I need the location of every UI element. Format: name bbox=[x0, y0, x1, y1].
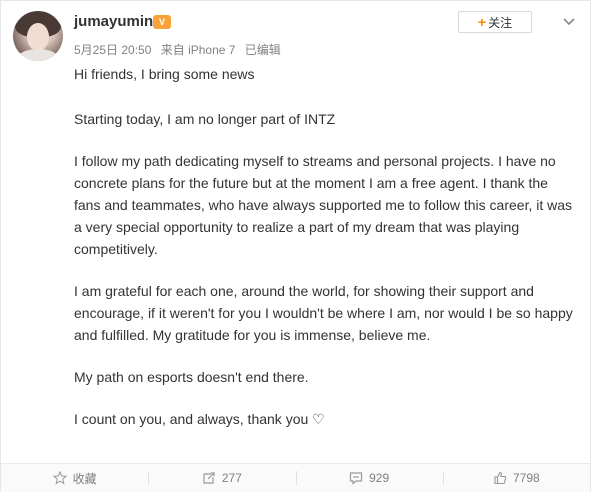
favorite-button[interactable]: 收藏 bbox=[1, 464, 148, 492]
vip-badge-icon: V bbox=[153, 15, 171, 29]
avatar-face bbox=[27, 23, 49, 51]
chevron-down-icon[interactable] bbox=[561, 13, 577, 29]
repost-button[interactable]: 277 bbox=[148, 464, 295, 492]
like-count: 7798 bbox=[513, 471, 540, 485]
comment-count: 929 bbox=[369, 471, 390, 485]
plus-icon: + bbox=[477, 14, 487, 30]
avatar[interactable] bbox=[13, 11, 63, 61]
post-paragraph: Hi friends, I bring some news bbox=[74, 66, 255, 82]
post-meta: 5月25日 20:50 来自 iPhone 7 已编辑 bbox=[74, 41, 287, 58]
repost-count: 277 bbox=[221, 471, 242, 485]
like-button[interactable]: 7798 bbox=[442, 464, 590, 492]
repost-icon bbox=[203, 472, 215, 484]
post-source: 来自 iPhone 7 bbox=[160, 43, 236, 57]
post-edited[interactable]: 已编辑 bbox=[245, 43, 281, 57]
post-paragraph: I count on you, and always, thank you ♡ bbox=[74, 411, 325, 427]
thumbs-up-icon bbox=[494, 471, 507, 485]
username[interactable]: jumayumin bbox=[74, 13, 153, 30]
post-date[interactable]: 5月25日 20:50 bbox=[74, 43, 151, 57]
avatar-shoulder bbox=[17, 49, 59, 61]
post-paragraph: I follow my path dedicating myself to st… bbox=[74, 153, 573, 257]
follow-label: 关注 bbox=[488, 15, 513, 30]
post-content: Hi friends, I bring some news Starting t… bbox=[74, 63, 574, 450]
action-bar: 收藏 277 929 7798 bbox=[1, 463, 590, 492]
favorite-label: 收藏 bbox=[72, 471, 97, 486]
comment-button[interactable]: 929 bbox=[295, 464, 443, 492]
post-paragraph: Starting today, I am no longer part of I… bbox=[74, 111, 336, 127]
post-paragraph: My path on esports doesn't end there. bbox=[74, 369, 309, 385]
weibo-post-card: jumayumin V 5月25日 20:50 来自 iPhone 7 已编辑 … bbox=[0, 0, 591, 492]
star-icon bbox=[52, 471, 67, 485]
follow-button[interactable]: + 关注 bbox=[458, 11, 532, 33]
post-paragraph: I am grateful for each one, around the w… bbox=[74, 283, 573, 343]
comment-icon bbox=[350, 472, 363, 485]
